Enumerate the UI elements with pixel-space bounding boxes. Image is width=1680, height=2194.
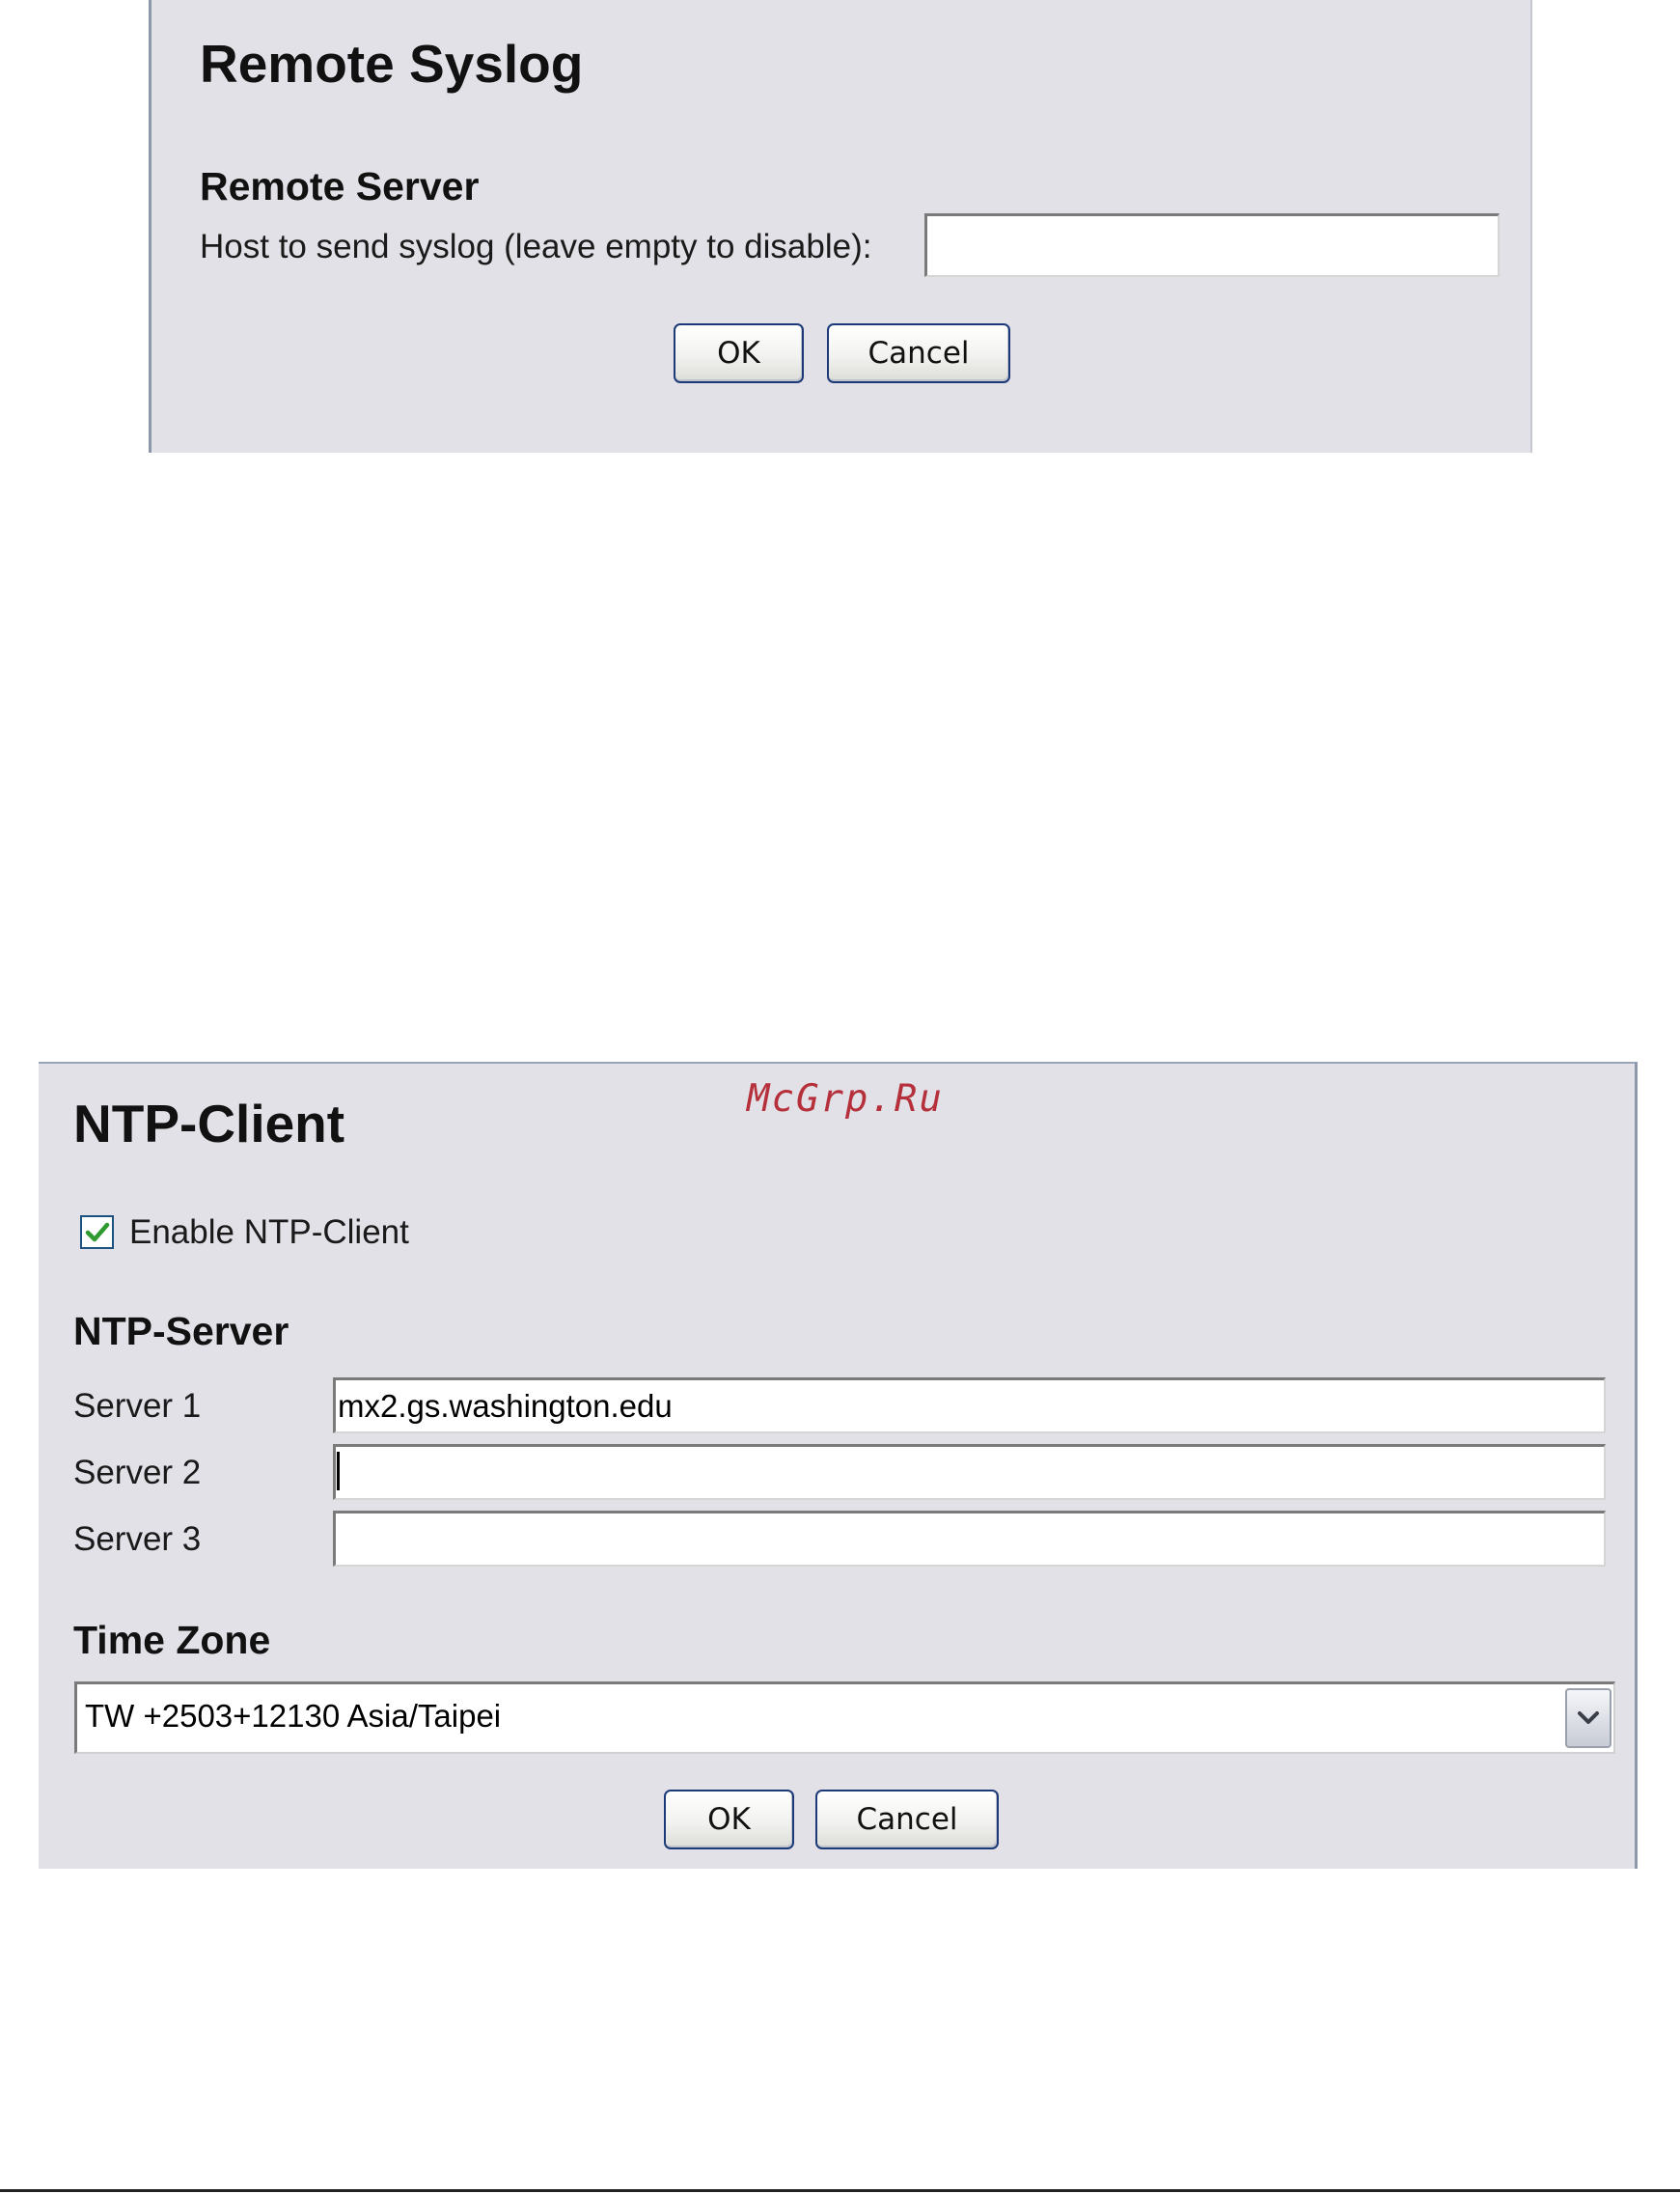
syslog-ok-button[interactable]: OK <box>674 323 804 383</box>
server-1-input[interactable] <box>333 1377 1606 1433</box>
chevron-down-icon <box>1578 1711 1599 1724</box>
server-2-label: Server 2 <box>73 1454 202 1491</box>
server-2-input[interactable] <box>333 1444 1606 1500</box>
enable-ntp-label: Enable NTP-Client <box>129 1213 409 1251</box>
syslog-host-input[interactable] <box>924 213 1500 277</box>
ntp-cancel-button[interactable]: Cancel <box>815 1790 999 1849</box>
remote-server-heading: Remote Server <box>200 164 480 208</box>
ntp-client-panel: NTP-Client McGrp.Ru Enable NTP-Client NT… <box>39 1062 1638 1869</box>
server-3-label: Server 3 <box>73 1520 202 1558</box>
time-zone-dropdown-button[interactable] <box>1565 1688 1611 1748</box>
time-zone-select[interactable]: TW +2503+12130 Asia/Taipei <box>74 1681 1615 1754</box>
remote-syslog-panel: Remote Syslog Remote Server Host to send… <box>149 0 1532 453</box>
enable-ntp-checkbox[interactable] <box>80 1215 114 1249</box>
syslog-cancel-button[interactable]: Cancel <box>827 323 1010 383</box>
ntp-page-title: NTP-Client <box>73 1094 345 1153</box>
syslog-page-title: Remote Syslog <box>200 34 584 94</box>
time-zone-heading: Time Zone <box>73 1618 271 1662</box>
ntp-server-heading: NTP-Server <box>73 1309 289 1353</box>
server-1-label: Server 1 <box>73 1387 202 1425</box>
server-2-field-wrap <box>333 1444 1606 1500</box>
syslog-host-label: Host to send syslog (leave empty to disa… <box>200 228 872 265</box>
page-bottom-rule <box>0 2189 1680 2192</box>
text-cursor <box>337 1452 340 1490</box>
ntp-ok-button[interactable]: OK <box>664 1790 794 1849</box>
checkmark-icon <box>85 1222 109 1241</box>
time-zone-selected-value: TW +2503+12130 Asia/Taipei <box>85 1698 502 1734</box>
watermark: McGrp.Ru <box>747 1077 944 1121</box>
server-3-input[interactable] <box>333 1511 1606 1567</box>
